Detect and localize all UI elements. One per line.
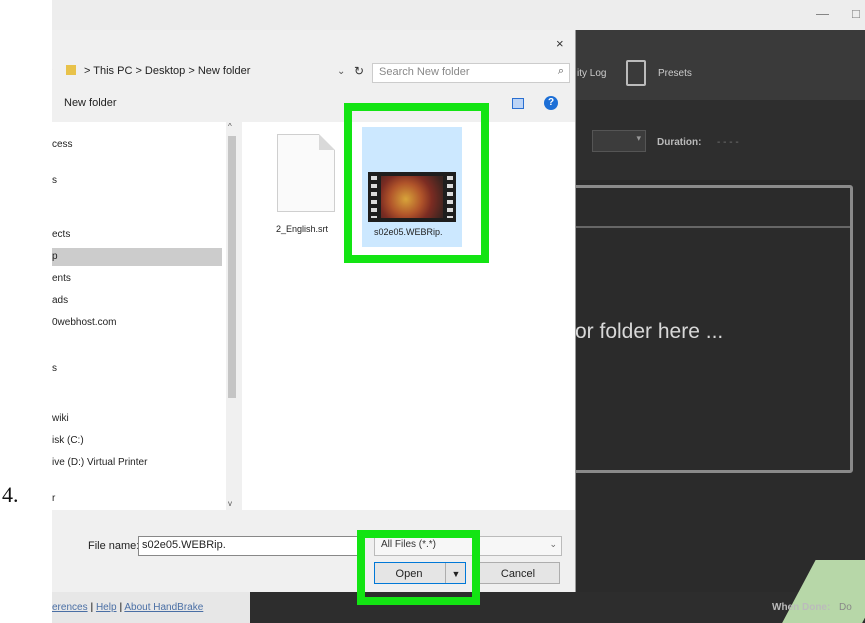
preferences-link[interactable]: erences <box>52 602 88 613</box>
file-name-label: 2_English.srt <box>276 224 329 234</box>
document-icon <box>277 134 335 212</box>
help-link[interactable]: Help <box>96 602 117 613</box>
nav-item[interactable]: cess <box>52 136 222 154</box>
duration-value: - - - - <box>717 137 739 148</box>
chevron-down-icon: ⌄ <box>549 539 557 549</box>
nav-item[interactable]: r <box>52 490 222 508</box>
help-icon[interactable]: ? <box>544 96 558 110</box>
preview-pane-icon[interactable] <box>512 98 524 109</box>
up-arrow-icon[interactable]: ↑ <box>52 65 54 77</box>
command-bar: New folder ? <box>52 90 575 116</box>
activity-log-button[interactable]: ity Log <box>577 68 606 79</box>
file-name-value: s02e05.WEBRip. <box>142 539 226 551</box>
scroll-down-icon[interactable]: v <box>228 499 232 508</box>
duration-label: Duration: <box>657 137 702 148</box>
address-bar[interactable]: ↑ > This PC > Desktop > New folder <box>52 62 352 82</box>
nav-item[interactable]: ects <box>52 226 222 244</box>
nav-item[interactable]: wiki <box>52 410 222 428</box>
footer-links: erences | Help | About HandBrake <box>52 602 203 613</box>
refresh-icon[interactable]: ↻ <box>354 64 364 78</box>
nav-item[interactable]: s <box>52 172 222 190</box>
minimize-button[interactable]: — <box>816 6 829 21</box>
new-folder-button[interactable]: New folder <box>64 97 117 109</box>
drop-zone-text: or folder here ... <box>575 320 724 343</box>
maximize-button[interactable]: □ <box>852 6 860 21</box>
file-name-input[interactable]: s02e05.WEBRip. <box>138 536 362 556</box>
screenshot: — □ ity Log Presets ▾ Duration: - - - - … <box>52 0 865 623</box>
nav-item[interactable]: s <box>52 360 222 378</box>
presets-icon[interactable] <box>626 60 646 86</box>
handbrake-titlebar: — □ <box>52 0 865 30</box>
search-icon: ⌕ <box>557 65 564 77</box>
range-select[interactable]: ▾ <box>592 130 646 152</box>
nav-item-selected[interactable]: p <box>52 248 222 266</box>
open-file-dialog: × ↑ > This PC > Desktop > New folder ⌄ ↻… <box>52 30 576 605</box>
file-name-label: File name: <box>88 540 140 552</box>
highlight-box-file <box>344 103 489 263</box>
scroll-up-icon[interactable]: ^ <box>228 122 232 131</box>
nav-item[interactable]: ents <box>52 270 222 288</box>
folder-icon <box>66 65 76 75</box>
nav-item[interactable]: isk (C:) <box>52 432 222 450</box>
close-icon[interactable]: × <box>556 36 564 51</box>
when-done-select[interactable]: Do <box>839 602 852 613</box>
nav-item[interactable]: ads <box>52 292 222 310</box>
scroll-thumb[interactable] <box>228 136 236 398</box>
presets-button[interactable]: Presets <box>658 68 692 79</box>
nav-item[interactable]: 0webhost.com <box>52 314 222 332</box>
navigation-pane: cess s ects p ents ads 0webhost.com s wi… <box>52 122 230 510</box>
when-done-label: When Done: <box>772 602 831 613</box>
cancel-button[interactable]: Cancel <box>476 562 560 584</box>
link-separator: | <box>90 602 94 613</box>
breadcrumb[interactable]: > This PC > Desktop > New folder <box>84 65 250 77</box>
highlight-box-open <box>357 530 480 605</box>
search-placeholder: Search New folder <box>379 66 470 78</box>
chevron-down-icon: ▾ <box>636 133 641 143</box>
search-input[interactable]: Search New folder ⌕ <box>372 63 570 83</box>
step-number: 4. <box>2 482 19 507</box>
link-separator: | <box>119 602 123 613</box>
chevron-down-icon[interactable]: ⌄ <box>337 66 345 77</box>
nav-scrollbar[interactable]: ^ v <box>226 122 238 510</box>
file-item-srt[interactable] <box>277 134 335 214</box>
nav-item[interactable]: ive (D:) Virtual Printer <box>52 454 222 472</box>
about-link[interactable]: About HandBrake <box>124 602 203 613</box>
